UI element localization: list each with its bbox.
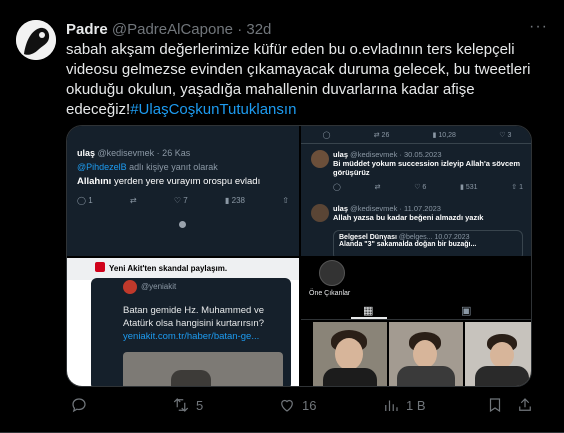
embedded-author-name: ulaş [77, 148, 96, 158]
profile-photo [313, 322, 387, 386]
embedded-like-count: ♡ 3 [499, 131, 512, 139]
media-image-4[interactable]: Öne Çıkanlar ▦ ▣ [301, 258, 531, 386]
more-options-icon[interactable]: ··· [529, 18, 548, 36]
embedded-views-count: ▮ 238 [225, 196, 245, 205]
embedded-reply-handle: @PihdezelB [77, 162, 127, 172]
embedded-dot-icon [179, 221, 186, 228]
embedded-news-handle: @yeniakit [141, 282, 177, 291]
embedded-quote-date: 10.07.2023 [434, 234, 470, 241]
embedded-news-link: yeniakit.com.tr/haber/batan-ge... [123, 331, 260, 342]
embedded-bold-text: Allahını [77, 176, 112, 187]
tweet-text-line: videosu gelmezse evinden çıkamayacak dur… [66, 61, 531, 78]
embedded-extra-count: ⇧ 1 [511, 184, 523, 191]
media-image-1[interactable]: ulaş @kedisevmek · 26 Kas @PihdezelB adl… [67, 126, 299, 256]
retweet-button[interactable]: 5 [172, 396, 203, 414]
embedded-retweet-icon: ⇄ [129, 196, 137, 205]
reply-icon [72, 398, 86, 413]
tweet-text-line: sabah akşam değerlerimize küfür eden bu … [66, 41, 515, 58]
grid-icon: ▦ [363, 305, 374, 317]
embedded-reply-context: @PihdezelB adlı kişiye yanıt olarak [77, 162, 218, 172]
highlight-label: Öne Çıkanlar [309, 290, 351, 297]
share-button[interactable] [516, 396, 534, 414]
tweet-text-fragment: edeceğiz! [66, 101, 131, 118]
avatar-image [16, 20, 56, 60]
profile-tabs: ▦ ▣ [301, 300, 531, 320]
tweet-time[interactable]: 32d [246, 21, 271, 38]
views-button[interactable]: 1 B [382, 396, 426, 414]
hashtag-link[interactable]: #UlaşCoşkunTutuklansın [130, 101, 296, 118]
embedded-reply-icon: ◯ [333, 184, 341, 191]
share-icon [519, 398, 531, 411]
embedded-reply-icon: ◯ [322, 131, 331, 139]
embedded-views-count: ▮ 531 [460, 184, 478, 191]
embedded-share-icon: ⇧ [282, 196, 289, 205]
avatar[interactable] [16, 20, 56, 60]
embedded-post-text: Allah yazsa bu kadar beğeni almazdı yazı… [333, 213, 484, 222]
author-name[interactable]: Padre [66, 21, 108, 38]
embedded-post-actions: ◯ ⇄ ♡ 6 ▮ 531 ⇧ 1 [333, 183, 523, 191]
bookmark-button[interactable] [486, 396, 504, 414]
embedded-views-count: ▮ 10,28 [432, 131, 456, 139]
views-icon [385, 400, 398, 411]
profile-photo [389, 322, 463, 386]
embedded-avatar [123, 280, 137, 294]
profile-photo [465, 322, 531, 386]
embedded-like-count: ♡ 6 [414, 184, 427, 191]
tab-indicator [351, 317, 387, 319]
tagged-icon: ▣ [461, 305, 472, 317]
tweet-text-line: okuduğu okulun, yaşadığa mahallenin duva… [66, 81, 475, 98]
like-button[interactable]: 16 [278, 396, 316, 414]
media-grid: ulaş @kedisevmek · 26 Kas @PihdezelB adl… [66, 125, 532, 387]
embedded-avatar [311, 204, 329, 222]
embedded-avatar [311, 150, 329, 168]
embedded-rest-text: yerden yere vurayım orospu evladı [111, 176, 261, 187]
tweet-actions: 5 16 1 B [60, 396, 540, 420]
embedded-counts-bar: ◯ ⇄ 26 ▮ 10,28 ♡ 3 [301, 126, 531, 144]
author-handle[interactable]: @PadreAlCapone [112, 21, 233, 38]
bookmark-icon [489, 398, 501, 413]
embedded-news-image-figure [171, 370, 211, 386]
heart-icon [281, 399, 293, 412]
embedded-quote: Belgesel Dünyası @belges... 10.07.2023 A… [333, 230, 523, 256]
retweet-count: 5 [196, 397, 204, 413]
media-image-2[interactable]: ◯ ⇄ 26 ▮ 10,28 ♡ 3 ulaş @kedisevmek · 30… [301, 126, 531, 256]
highlight-avatar [319, 260, 345, 286]
embedded-retweet-icon: ⇄ [374, 184, 381, 191]
embedded-author-handle: @kedisevmek · 26 Kas [97, 148, 191, 158]
retweet-icon [173, 398, 189, 412]
embedded-author-name: ulaş [333, 150, 349, 159]
tweet-header: Padre @PadreAlCapone · 32d [66, 21, 271, 38]
embedded-author-handle: @kedisevmek · 11.07.2023 [350, 204, 441, 213]
embedded-quote-name: Belgesel Dünyası [339, 234, 397, 241]
embedded-news-text: Batan gemide Hz. Muhammed ve Atatürk ols… [123, 305, 264, 342]
views-count: 1 B [406, 397, 426, 413]
embedded-news-title: Yeni Akit'ten skandal paylaşım. [109, 264, 228, 273]
embedded-author-name: ulaş [333, 204, 349, 213]
separator: · [237, 21, 243, 38]
tweet[interactable]: Padre @PadreAlCapone · 32d ··· sabah akş… [0, 0, 564, 433]
embedded-actions: ◯ 1 ⇄ ♡ 7 ▮ 238 ⇧ [77, 196, 289, 205]
news-logo-icon [95, 262, 105, 272]
tweet-text-line: edeceğiz!#UlaşCoşkunTutuklansın [66, 100, 546, 120]
embedded-quote-text: Alanda "3" sakamalda doğan bir buzağı... [339, 241, 477, 248]
embedded-news-card: @yeniakit Batan gemide Hz. Muhammed ve A… [91, 278, 291, 386]
embedded-author-handle: @kedisevmek · 30.05.2023 [350, 150, 442, 159]
tweet-text: sabah akşam değerlerimize küfür eden bu … [66, 40, 546, 120]
reply-button[interactable] [70, 396, 94, 414]
like-count: 16 [302, 397, 317, 413]
embedded-retweet-count: ⇄ 26 [373, 131, 390, 139]
embedded-post-text: Bi müddet yokum succession izleyip Allah… [333, 159, 520, 177]
embedded-quote-handle: @belges... [398, 234, 433, 241]
media-image-3[interactable]: Yeni Akit'ten skandal paylaşım. @yeniaki… [67, 258, 299, 386]
embedded-tweet-header: ulaş @kedisevmek · 26 Kas [77, 148, 190, 158]
embedded-like-count: ♡ 7 [173, 196, 188, 205]
embedded-reply-suffix: adlı kişiye yanıt olarak [126, 162, 218, 172]
embedded-news-header: Yeni Akit'ten skandal paylaşım. [67, 258, 299, 280]
embedded-reply-count: ◯ 1 [77, 196, 93, 205]
embedded-tweet-text: Allahını yerden yere vurayım orospu evla… [77, 176, 260, 187]
